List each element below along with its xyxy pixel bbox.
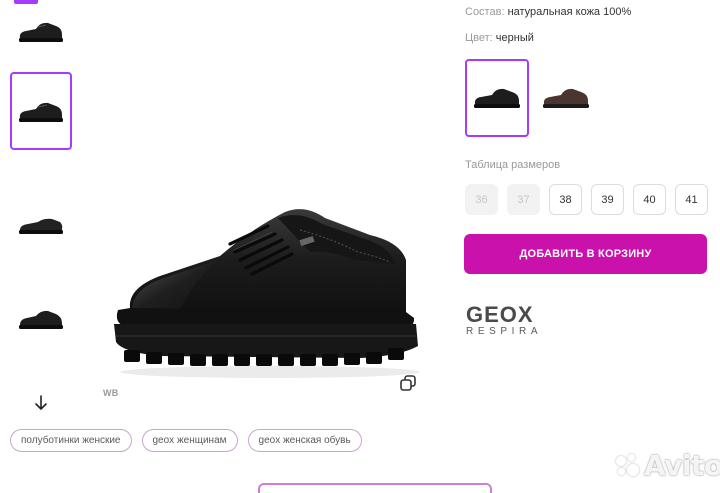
spec-value: черный bbox=[495, 32, 534, 44]
shoe-thumbnail-image bbox=[19, 22, 63, 42]
avito-watermark: Avito bbox=[614, 449, 720, 482]
avito-logo bbox=[614, 453, 640, 479]
spec-composition: Состав: натуральная кожа 100% bbox=[465, 6, 631, 18]
size-option[interactable]: 39 bbox=[591, 184, 624, 215]
brand-name: GEOX bbox=[466, 302, 534, 327]
gallery-thumb-4[interactable] bbox=[10, 280, 72, 358]
size-option: 36 bbox=[465, 184, 498, 215]
spec-value: натуральная кожа 100% bbox=[507, 6, 632, 18]
shoe-thumbnail-image bbox=[19, 102, 63, 122]
shoe-thumbnail-image bbox=[19, 310, 63, 329]
size-option[interactable]: 40 bbox=[633, 184, 666, 215]
gallery-thumb-2[interactable] bbox=[10, 72, 72, 150]
tag-chip[interactable]: geox женщинам bbox=[141, 429, 238, 452]
add-to-cart-button[interactable]: ДОБАВИТЬ В КОРЗИНУ bbox=[464, 234, 707, 274]
gallery-thumb-3[interactable] bbox=[10, 186, 72, 264]
spec-label: Состав: bbox=[465, 6, 505, 18]
tag-chip[interactable]: geox женская обувь bbox=[247, 429, 362, 452]
arrow-down-icon bbox=[35, 395, 47, 410]
size-option[interactable]: 38 bbox=[549, 184, 582, 215]
tag-chip[interactable]: полуботинки женские bbox=[10, 429, 132, 452]
search-tags: полуботинки женские geox женщинам geox ж… bbox=[10, 429, 362, 452]
shoe-color-image bbox=[474, 88, 520, 108]
gallery-scroll-down-button[interactable] bbox=[30, 392, 52, 414]
wb-label: WB bbox=[103, 388, 119, 398]
copy-icon[interactable] bbox=[399, 374, 417, 392]
size-option: 37 bbox=[507, 184, 540, 215]
bottom-action-button[interactable] bbox=[258, 483, 492, 493]
size-selector: 36 37 38 39 40 41 bbox=[465, 184, 708, 215]
avito-watermark-text: Avito bbox=[644, 449, 720, 482]
spec-color: Цвет: черный bbox=[465, 32, 534, 44]
brand-logo[interactable]: GEOX RESPIRA bbox=[466, 302, 566, 339]
shoe-color-image bbox=[543, 88, 589, 108]
shoe-thumbnail-image bbox=[19, 218, 63, 234]
spec-label: Цвет: bbox=[465, 32, 493, 44]
color-option-black[interactable] bbox=[465, 59, 529, 137]
size-option[interactable]: 41 bbox=[675, 184, 708, 215]
brand-subname: RESPIRA bbox=[466, 326, 543, 337]
size-chart-link[interactable]: Таблица размеров bbox=[465, 159, 560, 171]
color-option-brown[interactable] bbox=[534, 59, 598, 137]
gallery-thumb-1[interactable] bbox=[10, 0, 72, 70]
main-product-image bbox=[100, 190, 430, 390]
